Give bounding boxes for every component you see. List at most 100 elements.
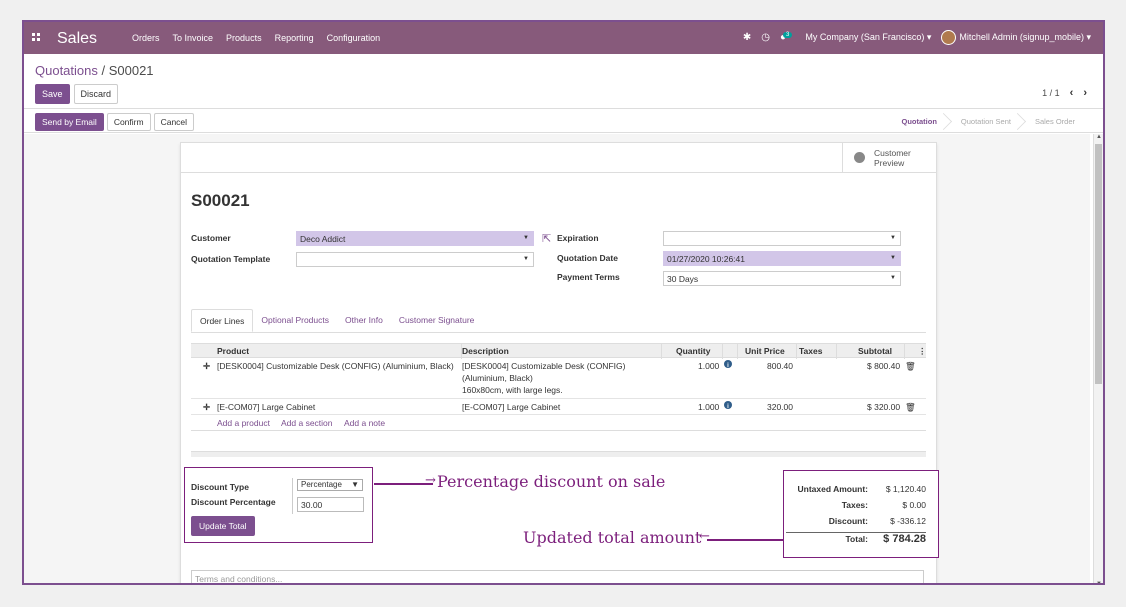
vertical-scrollbar[interactable]: ▲ ▼ xyxy=(1093,134,1103,583)
preview-label-2: Preview xyxy=(874,158,905,168)
form-content: Customer Preview S00021 Customer Deco Add… xyxy=(24,134,1090,583)
scroll-up-icon[interactable]: ▲ xyxy=(1096,134,1102,140)
company-switcher[interactable]: My Company (San Francisco) ▾ xyxy=(805,32,931,43)
tab-customer-signature[interactable]: Customer Signature xyxy=(391,309,483,332)
stage-sales-order[interactable]: Sales Order xyxy=(1021,111,1085,133)
totals-panel: Untaxed Amount: $ 1,120.40 Taxes: $ 0.00 D… xyxy=(783,470,939,558)
discount-percentage-label: Discount Percentage xyxy=(191,497,276,507)
discard-button[interactable]: Discard xyxy=(73,84,119,104)
discount-type-select[interactable]: Percentage ▼ xyxy=(297,479,363,491)
header-taxes[interactable]: Taxes xyxy=(799,346,822,356)
user-menu[interactable]: Mitchell Admin (signup_mobile) ▾ xyxy=(941,30,1091,45)
chevron-down-icon: ▼ xyxy=(523,256,529,262)
tab-optional-products[interactable]: Optional Products xyxy=(253,309,337,332)
notebook-tabs: Order Lines Optional Products Other Info… xyxy=(191,309,926,333)
external-link-icon[interactable]: ⇱ xyxy=(542,232,551,245)
expiration-field[interactable]: ▼ xyxy=(663,231,901,246)
pager-next-icon[interactable]: › xyxy=(1083,87,1087,99)
menu-configuration[interactable]: Configuration xyxy=(327,33,381,43)
row-quantity[interactable]: 1.000 xyxy=(698,360,719,372)
annotation-arrow-left xyxy=(707,539,783,541)
table-header: Product Description Quantity Unit Price … xyxy=(191,343,927,359)
stage-quotation-sent[interactable]: Quotation Sent xyxy=(947,111,1021,133)
bug-icon[interactable]: ✱ xyxy=(743,32,751,43)
chat-icon[interactable]: ●3 xyxy=(780,32,795,43)
add-note-link[interactable]: Add a note xyxy=(344,418,385,428)
clock-icon[interactable]: ◷ xyxy=(761,32,770,43)
info-icon[interactable]: i xyxy=(724,360,732,369)
pager-previous-icon[interactable]: ‹ xyxy=(1070,87,1074,99)
row-description-line1[interactable]: [DESK0004] Customizable Desk (CONFIG) xyxy=(462,360,625,372)
stage-quotation[interactable]: Quotation xyxy=(888,111,947,133)
customer-preview-button[interactable]: Customer Preview xyxy=(842,143,936,173)
tab-order-lines[interactable]: Order Lines xyxy=(191,309,254,332)
row-description-line3[interactable]: 160x80cm, with large legs. xyxy=(462,384,563,396)
quotation-date-value: 01/27/2020 10:26:41 xyxy=(667,254,745,264)
scrollbar-thumb[interactable] xyxy=(1095,144,1102,384)
row-unit-price[interactable]: 320.00 xyxy=(767,401,793,413)
table-footer xyxy=(191,451,926,457)
payment-terms-field[interactable]: 30 Days ▼ xyxy=(663,271,901,286)
update-total-button[interactable]: Update Total xyxy=(191,516,255,536)
quotation-date-field[interactable]: 01/27/2020 10:26:41 ▼ xyxy=(663,251,901,266)
document-title: S00021 xyxy=(191,191,250,210)
terms-and-conditions-field[interactable]: Terms and conditions... xyxy=(191,570,924,583)
row-subtotal: $ 800.40 xyxy=(867,361,901,371)
pager-value[interactable]: 1 / 1 xyxy=(1042,88,1060,98)
save-button[interactable]: Save xyxy=(35,84,70,104)
app-title[interactable]: Sales xyxy=(57,30,97,48)
discount-type-label: Discount Type xyxy=(191,482,249,492)
chevron-down-icon: ▼ xyxy=(523,235,529,241)
chat-badge: 3 xyxy=(782,32,793,38)
trash-icon[interactable]: 🗑 xyxy=(905,360,916,372)
row-quantity[interactable]: 1.000 xyxy=(698,401,719,413)
table-row[interactable]: ✛ [E-COM07] Large Cabinet [E-COM07] Larg… xyxy=(191,399,926,415)
add-product-link[interactable]: Add a product xyxy=(217,418,270,428)
expiration-label: Expiration xyxy=(557,233,599,243)
payment-terms-label: Payment Terms xyxy=(557,272,620,282)
pager: 1 / 1 ‹ › xyxy=(1042,87,1087,99)
menu-orders[interactable]: Orders xyxy=(132,33,160,43)
chevron-down-icon: ▼ xyxy=(890,275,896,281)
breadcrumb-separator: / xyxy=(97,63,109,78)
taxes-value: $ 0.00 xyxy=(902,500,926,510)
add-line-row: Add a product Add a section Add a note xyxy=(191,415,926,431)
breadcrumb: Quotations / S00021 xyxy=(35,63,154,78)
tab-other-info[interactable]: Other Info xyxy=(337,309,391,332)
header-product[interactable]: Product xyxy=(217,346,249,356)
cancel-button[interactable]: Cancel xyxy=(153,113,195,131)
company-name: My Company (San Francisco) xyxy=(805,32,925,42)
menu-to-invoice[interactable]: To Invoice xyxy=(173,33,214,43)
drag-handle-icon[interactable]: ✛ xyxy=(203,401,210,413)
row-description-line2[interactable]: (Aluminium, Black) xyxy=(462,372,533,384)
add-section-link[interactable]: Add a section xyxy=(281,418,333,428)
header-subtotal[interactable]: Subtotal xyxy=(858,346,892,356)
total-annotation: Updated total amount xyxy=(523,528,702,547)
send-by-email-button[interactable]: Send by Email xyxy=(35,113,104,131)
column-options-icon[interactable]: ⋮ xyxy=(918,346,927,357)
taxes-label: Taxes: xyxy=(841,500,868,510)
trash-icon[interactable]: 🗑 xyxy=(905,401,916,413)
menu-reporting[interactable]: Reporting xyxy=(275,33,314,43)
drag-handle-icon[interactable]: ✛ xyxy=(203,360,210,372)
breadcrumb-quotations[interactable]: Quotations xyxy=(35,63,98,78)
scroll-down-icon[interactable]: ▼ xyxy=(1096,581,1102,583)
row-unit-price[interactable]: 800.40 xyxy=(767,360,793,372)
row-product[interactable]: [DESK0004] Customizable Desk (CONFIG) (A… xyxy=(217,360,454,372)
apps-menu-icon[interactable] xyxy=(32,33,41,42)
table-row[interactable]: ✛ [DESK0004] Customizable Desk (CONFIG) … xyxy=(191,358,926,399)
quotation-template-label: Quotation Template xyxy=(191,254,271,264)
customer-field[interactable]: Deco Addict ▼ xyxy=(296,231,534,246)
header-quantity[interactable]: Quantity xyxy=(676,346,710,356)
header-unit-price[interactable]: Unit Price xyxy=(745,346,785,356)
info-icon[interactable]: i xyxy=(724,401,732,410)
row-description-line1[interactable]: [E-COM07] Large Cabinet xyxy=(462,401,560,413)
menu-products[interactable]: Products xyxy=(226,33,262,43)
header-description[interactable]: Description xyxy=(462,346,509,356)
form-buttons: Save Discard xyxy=(35,84,119,104)
confirm-button[interactable]: Confirm xyxy=(106,113,151,131)
discount-percentage-input[interactable]: 30.00 xyxy=(297,497,364,512)
quotation-template-field[interactable]: ▼ xyxy=(296,252,534,267)
status-stages: Quotation Quotation Sent Sales Order xyxy=(888,111,1086,133)
row-product[interactable]: [E-COM07] Large Cabinet xyxy=(217,401,315,413)
